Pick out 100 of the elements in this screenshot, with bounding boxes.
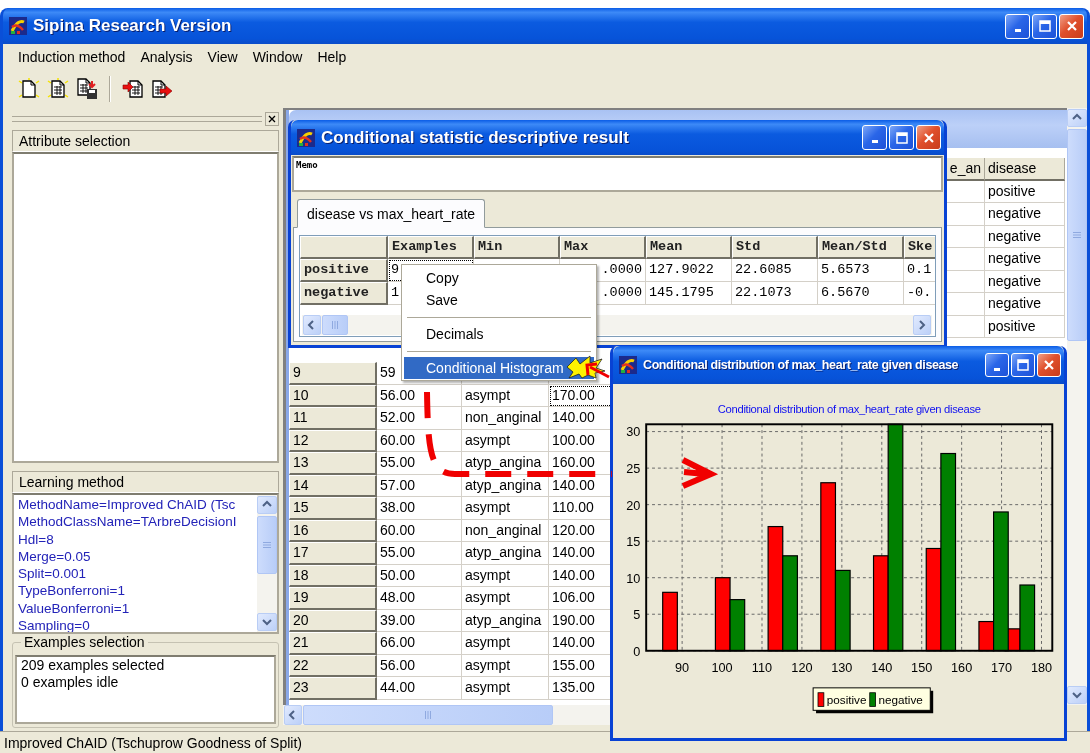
- scroll-up-button[interactable]: [1067, 109, 1087, 127]
- table-cell: asympt: [462, 654, 549, 677]
- table-cell: atyp_angina: [462, 542, 549, 565]
- table-cell: 56.00: [377, 384, 462, 407]
- menu-item[interactable]: Decimals: [404, 323, 594, 345]
- maximize-button[interactable]: [889, 125, 914, 150]
- menu-item[interactable]: Induction method: [11, 49, 134, 65]
- minimize-button[interactable]: [1005, 13, 1030, 39]
- row-number: 20: [289, 609, 377, 632]
- axis-tick-label: 180: [1030, 661, 1053, 676]
- row-number: 23: [289, 677, 377, 700]
- minimize-icon: [994, 367, 1000, 371]
- table-cell: 66.00: [377, 632, 462, 655]
- table-cell: non_anginal: [462, 519, 549, 542]
- new-table-icon[interactable]: [47, 78, 69, 100]
- table-cell: negative: [985, 203, 1065, 226]
- parameter-line: MethodName=Improved ChAID (Tsc: [18, 496, 237, 514]
- pointer-arrow: [585, 362, 610, 379]
- panel-header: Attribute selection: [12, 130, 279, 152]
- scroll-left-button[interactable]: [303, 315, 321, 335]
- new-file-icon[interactable]: [18, 78, 40, 100]
- app-icon: [619, 356, 637, 374]
- legend-label: positive: [826, 693, 867, 707]
- scroll-left-button[interactable]: [284, 705, 302, 725]
- scroll-right-button[interactable]: [913, 315, 931, 335]
- row-header: negative: [300, 282, 388, 305]
- row-number: 10: [289, 384, 377, 407]
- close-icon: [268, 115, 276, 123]
- parameter-line: ValueBonferroni=1: [18, 599, 131, 618]
- table-cell: 48.00: [377, 587, 462, 610]
- row-number: 11: [289, 407, 377, 430]
- table-cell: 55.00: [377, 452, 462, 475]
- table-cell: 0.1: [904, 259, 935, 282]
- row-number: 12: [289, 429, 377, 452]
- table-cell: 39.00: [377, 609, 462, 632]
- table-cell: asympt: [462, 677, 549, 700]
- scroll-thumb[interactable]: [1067, 129, 1087, 341]
- parameter-line: Hdl=8: [18, 530, 55, 548]
- maximize-button[interactable]: [1011, 353, 1035, 377]
- menu-item[interactable]: Conditional Histogram: [404, 357, 594, 379]
- row-number: 21: [289, 632, 377, 655]
- scroll-down-button[interactable]: [257, 613, 277, 631]
- table-cell: negative: [985, 270, 1065, 293]
- row-number: 13: [289, 452, 377, 475]
- app-icon: [297, 128, 315, 147]
- menu-item[interactable]: View: [200, 49, 246, 65]
- table-cell: atyp_angina: [462, 452, 549, 475]
- minimize-button[interactable]: [862, 125, 887, 150]
- parameter-line: Merge=0.05: [18, 547, 92, 566]
- list-line: 0 examples idle: [21, 674, 120, 691]
- table-cell: 5.6573: [818, 259, 904, 282]
- minimize-icon: [871, 140, 878, 143]
- scroll-down-button[interactable]: [1067, 686, 1087, 704]
- table-cell: negative: [985, 248, 1065, 271]
- import-arrow-icon[interactable]: [122, 78, 144, 100]
- table-cell: asympt: [462, 384, 549, 407]
- vertical-scrollbar[interactable]: [257, 495, 277, 632]
- table-cell: 55.00: [377, 542, 462, 565]
- window-title: Conditional statistic descriptive result: [321, 127, 630, 148]
- export-arrow-icon[interactable]: [151, 78, 173, 100]
- table-cell: 60.00: [377, 519, 462, 542]
- grip-icon: [331, 321, 339, 329]
- table-cell: negative: [985, 225, 1065, 248]
- parameter-line: MethodClassName=TArbreDecisionI: [18, 513, 238, 531]
- save-table-icon[interactable]: [76, 78, 98, 100]
- window-title: Conditional distribution of max_heart_rate given disease: [643, 358, 960, 372]
- memo-field[interactable]: Memo: [292, 156, 943, 192]
- menu-item[interactable]: Window: [245, 49, 311, 65]
- column-header: Std: [732, 236, 818, 259]
- scroll-thumb[interactable]: [257, 516, 277, 574]
- scroll-up-button[interactable]: [257, 496, 277, 514]
- table-cell: asympt: [462, 564, 549, 587]
- grip-icon: [424, 711, 432, 719]
- minimize-button[interactable]: [985, 353, 1009, 377]
- caret-down-icon: [1071, 689, 1083, 701]
- scroll-thumb[interactable]: [322, 315, 348, 335]
- grip-icon: [1073, 231, 1081, 239]
- window-title: Sipina Research Version: [33, 16, 233, 36]
- table-cell: 38.00: [377, 497, 462, 520]
- horizontal-scrollbar[interactable]: [283, 705, 610, 725]
- row-number: 22: [289, 654, 377, 677]
- vertical-scrollbar[interactable]: [1067, 108, 1087, 705]
- list-line: 209 examples selected: [21, 657, 166, 674]
- menu-item[interactable]: Help: [310, 49, 355, 65]
- caret-right-icon: [916, 319, 928, 331]
- axis-tick-label: 170: [991, 661, 1013, 676]
- menu-item[interactable]: Analysis: [133, 49, 201, 65]
- tab[interactable]: disease vs max_heart_rate: [297, 199, 486, 228]
- starburst-icon: [566, 355, 606, 379]
- axis-tick-label: 100: [711, 661, 733, 676]
- table-cell: 22.6085: [732, 259, 818, 282]
- axis-tick-label: 90: [675, 661, 690, 676]
- column-header: Mean: [646, 236, 732, 259]
- table-cell: positive: [985, 180, 1065, 203]
- scroll-thumb[interactable]: [303, 705, 553, 725]
- table-cell: negative: [985, 293, 1065, 316]
- maximize-button[interactable]: [1032, 13, 1057, 39]
- table-cell: 127.9022: [646, 259, 732, 282]
- close-button[interactable]: [265, 112, 279, 126]
- table-cell: 145.1795: [646, 282, 732, 305]
